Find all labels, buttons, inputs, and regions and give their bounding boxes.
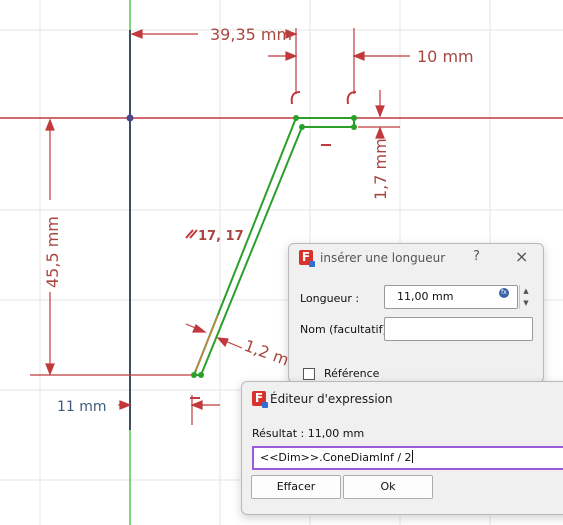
insert-dialog-title: insérer une longueur bbox=[320, 251, 446, 265]
insert-length-dialog[interactable]: F insérer une longueur ? × Longueur : 11… bbox=[288, 243, 544, 383]
ok-button[interactable]: Ok bbox=[343, 475, 433, 499]
help-icon[interactable]: ? bbox=[473, 249, 480, 264]
origin-point bbox=[126, 114, 134, 122]
dim-top-width: 10 mm bbox=[417, 47, 474, 66]
dim-top-thickness: 1,7 mm bbox=[371, 138, 390, 200]
spin-down-icon[interactable]: ▼ bbox=[520, 297, 532, 309]
name-input[interactable] bbox=[384, 317, 533, 341]
dim-horizontal-top: 39,35 mm bbox=[210, 25, 292, 44]
clear-button[interactable]: Effacer bbox=[251, 475, 341, 499]
dim-parallel-constraint: 17, 17 bbox=[198, 229, 244, 244]
freecad-logo-icon: F bbox=[299, 250, 315, 267]
point-bottom-left bbox=[191, 372, 197, 378]
expr-dialog-title: Éditeur d'expression bbox=[270, 392, 393, 406]
reference-label: Référence bbox=[324, 367, 380, 380]
close-icon[interactable]: × bbox=[515, 247, 528, 266]
point-top-right bbox=[351, 115, 357, 121]
point-inner-top bbox=[299, 124, 305, 130]
freecad-logo-icon: F bbox=[252, 391, 268, 408]
length-spinner[interactable]: ▲ ▼ bbox=[519, 285, 532, 309]
point-inner-right bbox=[351, 124, 357, 130]
dim-bottom-offset: 11 mm bbox=[57, 399, 107, 415]
expression-icon[interactable]: fx bbox=[499, 288, 509, 298]
name-label: Nom (facultatif) bbox=[300, 323, 387, 336]
text-caret bbox=[411, 450, 413, 463]
reference-checkbox[interactable] bbox=[303, 368, 315, 380]
dim-vertical-left: 45,5 mm bbox=[43, 216, 62, 288]
expression-input[interactable]: <<Dim>>.ConeDiamInf / 2 bbox=[252, 446, 563, 470]
result-label: Résultat : 11,00 mm bbox=[252, 427, 365, 440]
expression-text: <<Dim>>.ConeDiamInf / 2 bbox=[260, 451, 412, 464]
point-top-left bbox=[293, 115, 299, 121]
length-input[interactable]: 11,00 mm bbox=[384, 285, 518, 309]
point-bottom-right bbox=[198, 372, 204, 378]
spin-up-icon[interactable]: ▲ bbox=[520, 285, 532, 297]
length-label: Longueur : bbox=[300, 292, 360, 305]
expression-editor-dialog[interactable]: F Éditeur d'expression Résultat : 11,00 … bbox=[241, 381, 563, 515]
